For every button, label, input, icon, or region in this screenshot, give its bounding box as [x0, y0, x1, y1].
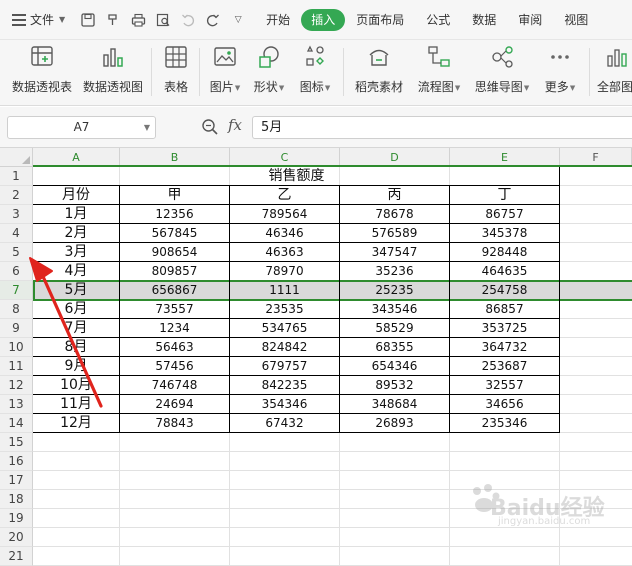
annotation-arrow: [29, 257, 103, 408]
row-header-21[interactable]: 21: [0, 547, 33, 566]
baidu-watermark: Baidu经验 jingyan.baidu.com: [468, 476, 618, 538]
watermark-url: jingyan.baidu.com: [498, 516, 591, 527]
